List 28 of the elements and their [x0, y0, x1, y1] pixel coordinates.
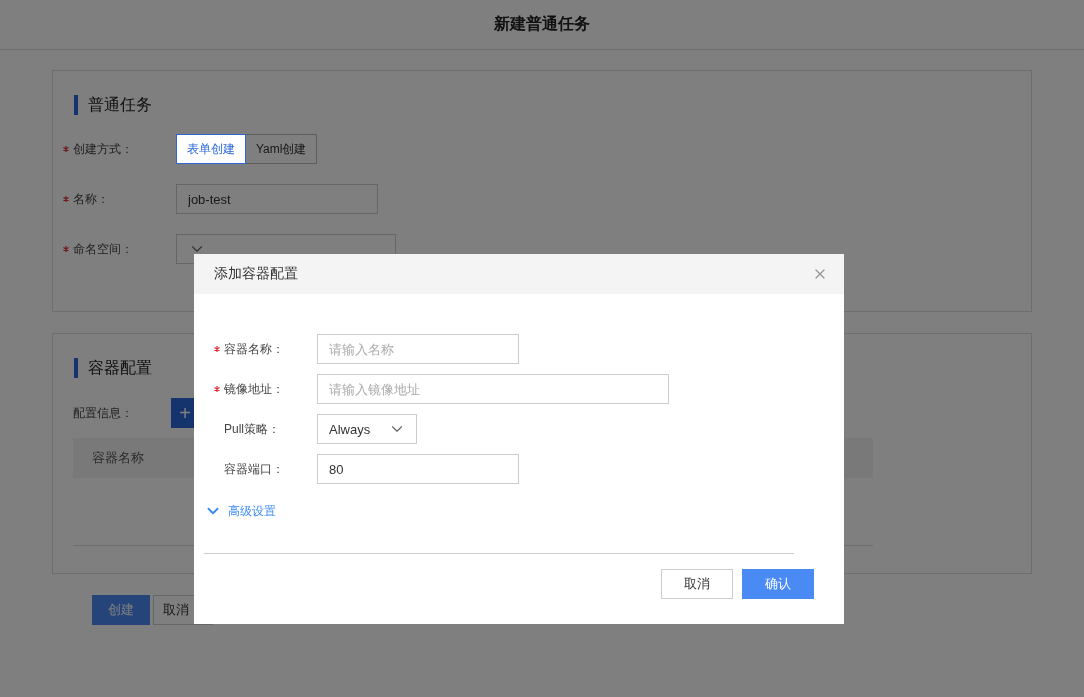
page-title: 新建普通任务 [494, 14, 590, 34]
field-label: 创建方式： [73, 140, 133, 158]
required-icon [63, 196, 69, 202]
field-label: 镜像地址： [224, 380, 284, 398]
mode-tab[interactable]: Yaml创建 [245, 134, 318, 164]
confirm-button[interactable]: 确认 [742, 569, 814, 599]
field-label: 配置信息： [73, 404, 133, 422]
input-field[interactable]: job-test [176, 184, 378, 214]
required-icon [214, 346, 220, 352]
column-header: 容器名称 [92, 449, 144, 467]
required-icon [63, 146, 69, 152]
advanced-settings-toggle[interactable]: 高级设置 [204, 502, 276, 520]
cancel-button[interactable]: 取消 [661, 569, 733, 599]
field-label: 容器端口： [224, 460, 284, 478]
select-field[interactable]: Always [317, 414, 417, 444]
field-label: 容器名称： [224, 340, 284, 358]
mode-tab[interactable]: 表单创建 [176, 134, 246, 164]
required-icon [63, 246, 69, 252]
section-title: 普通任务 [74, 95, 1011, 115]
dialog-title: 添加容器配置 [214, 265, 298, 283]
field-label: 命名空间： [73, 240, 133, 258]
field-label: 名称： [73, 190, 109, 208]
input-field[interactable]: 80 [317, 454, 519, 484]
create-button[interactable]: 创建 [92, 595, 150, 625]
required-icon [214, 386, 220, 392]
input-field[interactable]: 请输入镜像地址 [317, 374, 669, 404]
input-field[interactable]: 请输入名称 [317, 334, 519, 364]
field-label: Pull策略： [224, 420, 280, 438]
